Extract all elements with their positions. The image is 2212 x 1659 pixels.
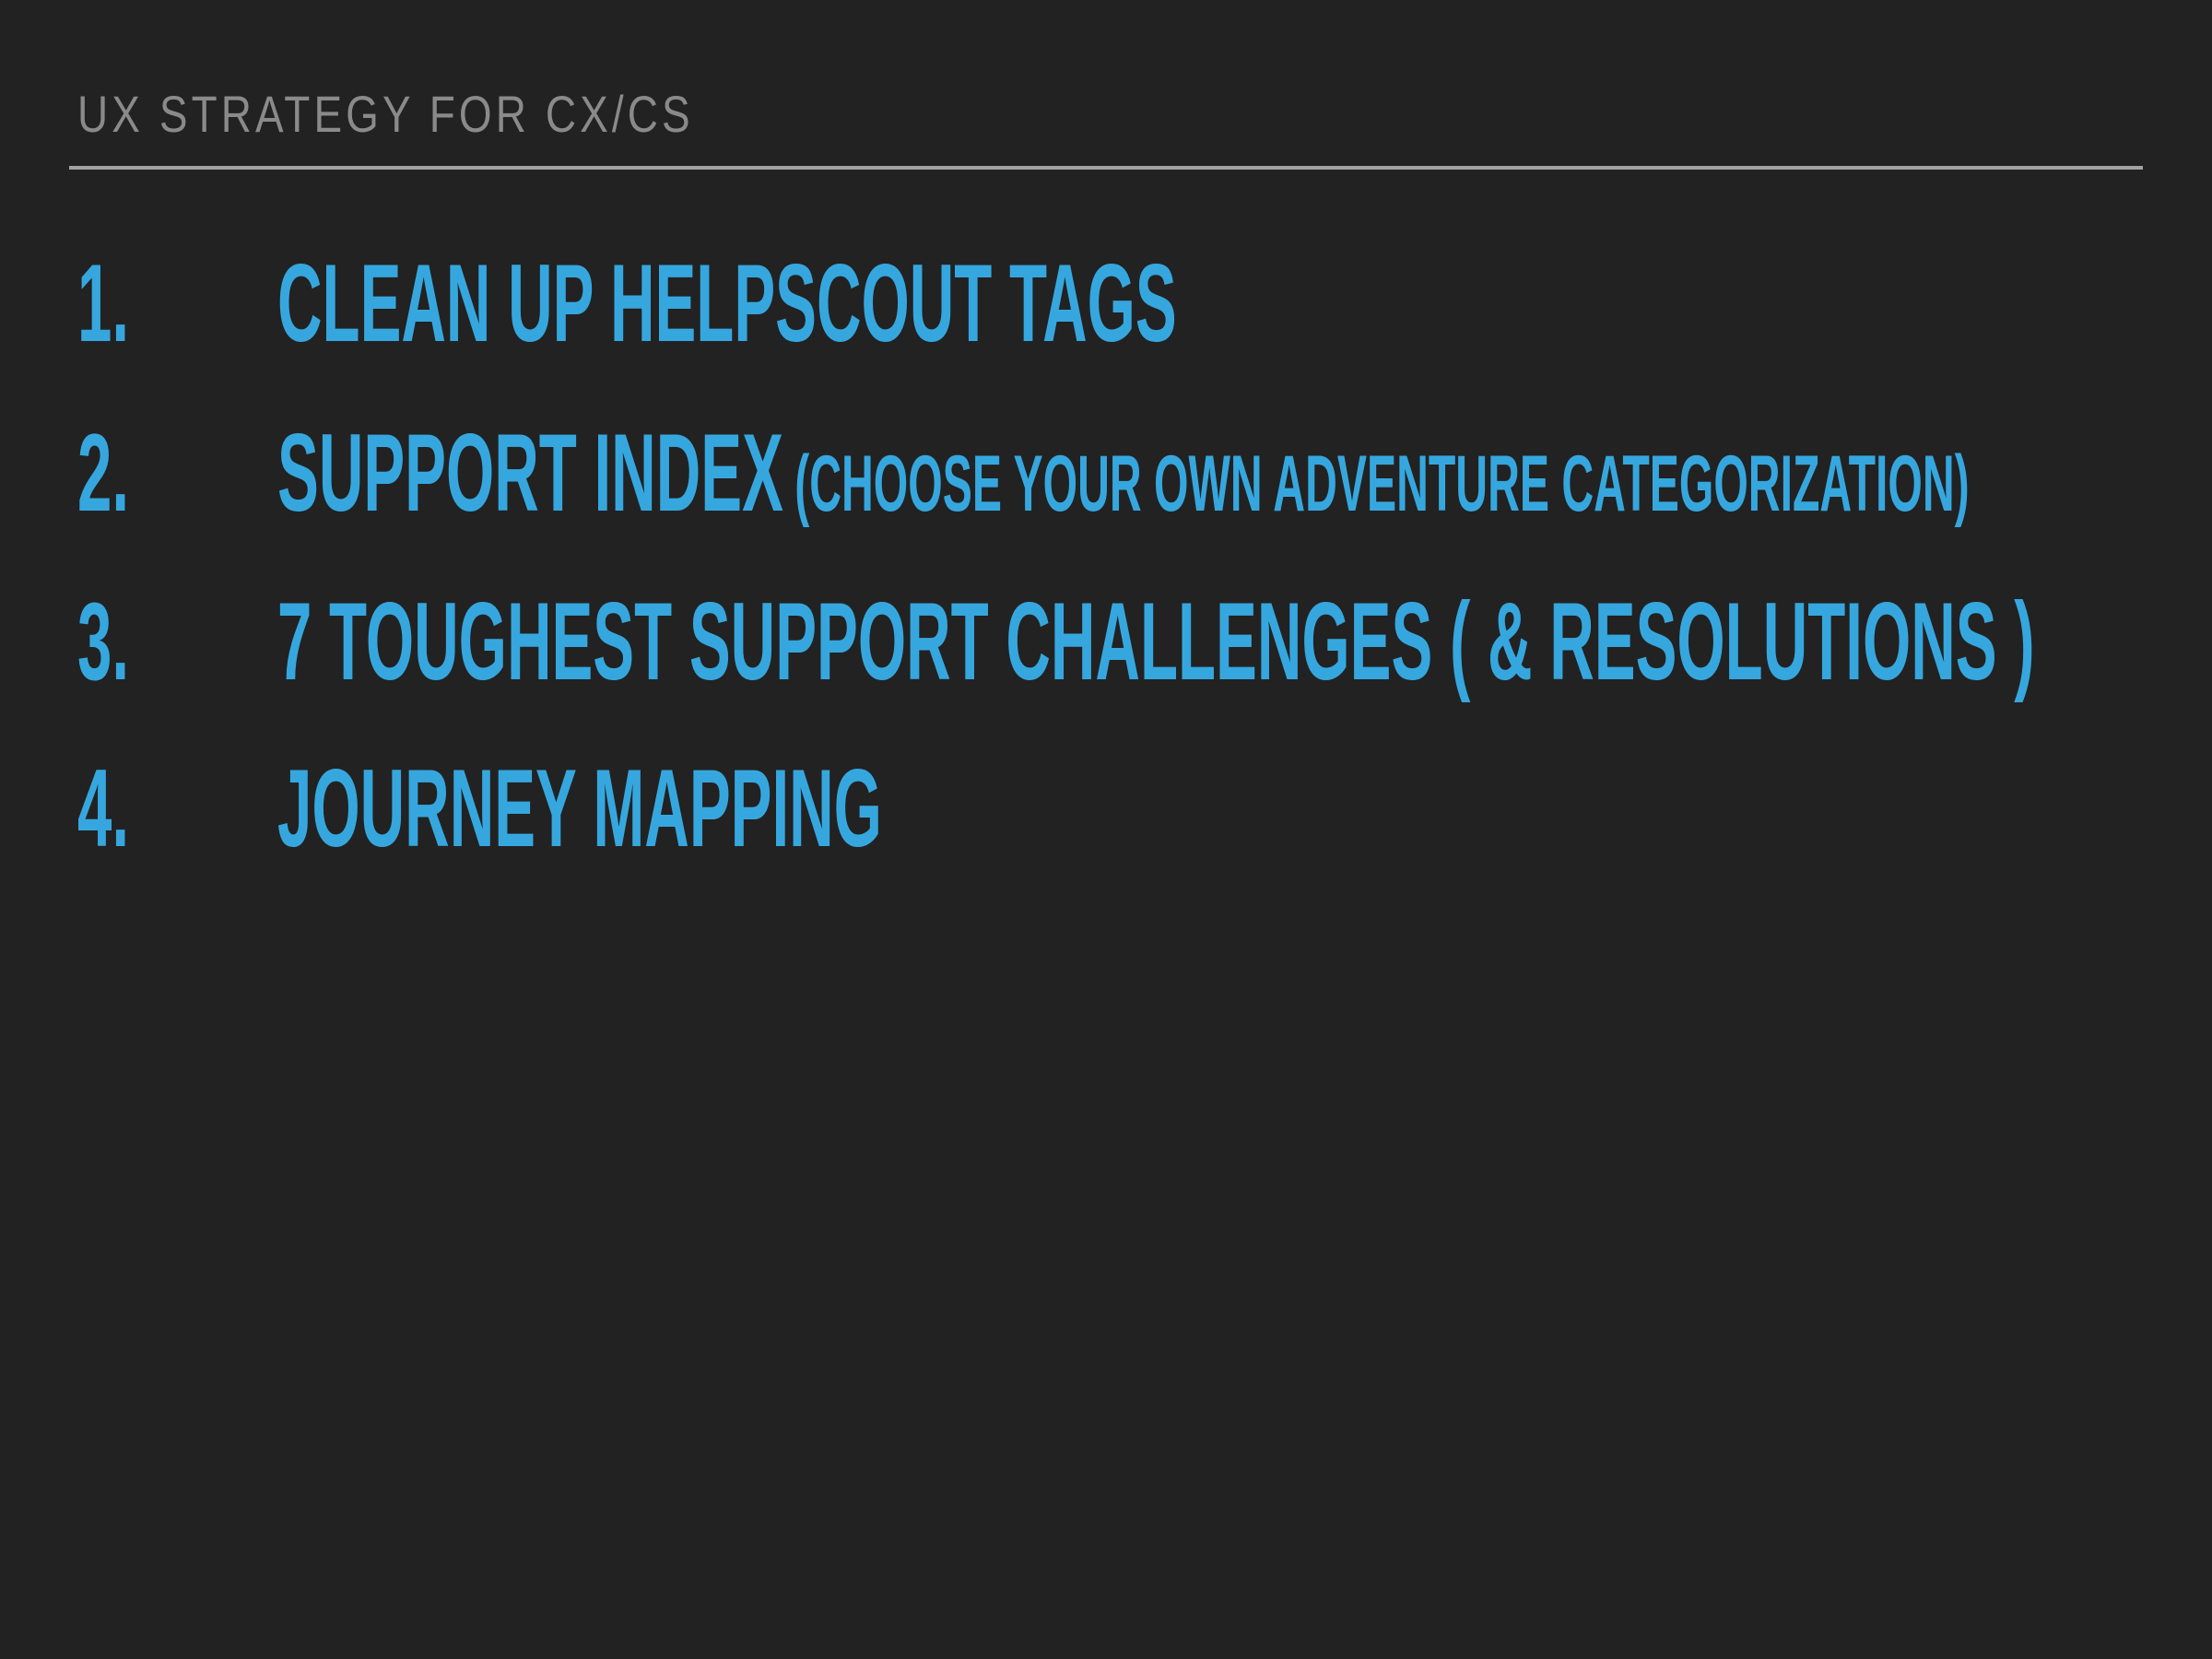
- list-text: CLEAN UP HELPSCOUT TAGS: [277, 241, 1177, 365]
- title-divider: [69, 166, 2143, 170]
- list-item: 1. CLEAN UP HELPSCOUT TAGS: [0, 248, 2212, 368]
- list-text: SUPPORT INDEX: [277, 411, 783, 535]
- list-item: 2. SUPPORT INDEX (CHOOSE YOUR OWN ADVENTU…: [0, 418, 2212, 537]
- list-number: 1.: [77, 241, 130, 365]
- list-number: 3.: [77, 580, 130, 703]
- list-number: 4.: [77, 747, 130, 870]
- list-number: 2.: [77, 411, 130, 535]
- list-item: 3. 7 TOUGHEST SUPPORT CHALLENGES ( & RES…: [0, 586, 2212, 706]
- list-text: 7 TOUGHEST SUPPORT CHALLENGES ( & RESOLU…: [277, 580, 2035, 703]
- list-item: 4. JOURNEY MAPPING: [0, 753, 2212, 873]
- list-subtext: (CHOOSE YOUR OWN ADVENTURE CATEGORIZATIO…: [794, 440, 1970, 528]
- slide-title: UX STRATEGY FOR CX/CS: [77, 85, 694, 143]
- list-text-group: SUPPORT INDEX (CHOOSE YOUR OWN ADVENTURE …: [277, 418, 1970, 528]
- list-text: JOURNEY MAPPING: [277, 747, 882, 870]
